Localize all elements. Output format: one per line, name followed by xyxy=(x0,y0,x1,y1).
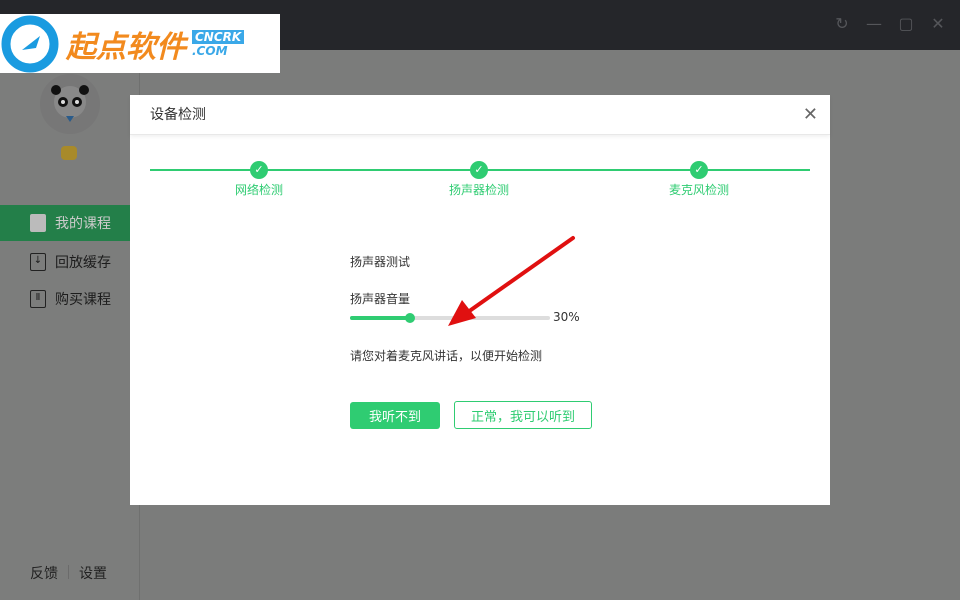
red-arrow-annotation xyxy=(448,236,575,326)
